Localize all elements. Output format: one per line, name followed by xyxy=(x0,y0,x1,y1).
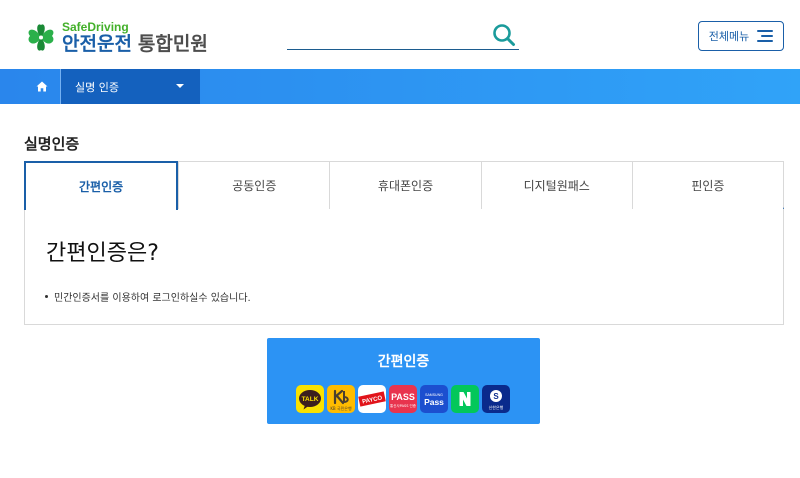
kakao-icon: TALK xyxy=(296,385,324,413)
tab-simple-auth[interactable]: 간편인증 xyxy=(24,161,179,210)
pass-subtext: 통신사PASS 인증 xyxy=(390,403,417,408)
tab-digital-onepass[interactable]: 디지털원패스 xyxy=(480,162,632,209)
clover-logo-icon xyxy=(24,22,58,54)
home-button[interactable] xyxy=(24,69,60,104)
hamburger-icon xyxy=(757,29,774,43)
shinhan-icon: S 신한은행 xyxy=(482,385,510,413)
nav-current-dropdown[interactable]: 실명 인증 xyxy=(61,69,200,104)
search-bar xyxy=(287,22,519,50)
pass-text: PASS xyxy=(391,392,415,402)
pass-icon: PASS 통신사PASS 인증 xyxy=(389,385,417,413)
bullet-icon xyxy=(45,295,48,298)
provider-icons: TALK KB 국민은행 PAYCO PASS 통신사PASS 인증 SAMSU… xyxy=(296,385,510,413)
page-title: 실명인증 xyxy=(24,135,80,153)
simple-auth-button[interactable]: 간편인증 TALK KB 국민은행 PAYCO PASS 통신사PASS 인증 … xyxy=(267,338,540,424)
site-header: SafeDriving 안전운전 통합민원 전체메뉴 xyxy=(0,0,800,69)
samsung-pass-icon: SAMSUNG Pass xyxy=(420,385,448,413)
kakao-text: TALK xyxy=(302,396,319,403)
panel-title: 간편인증은? xyxy=(46,241,159,266)
tab-pin-auth[interactable]: 핀인증 xyxy=(631,162,784,209)
panel-description: 민간인증서를 이용하여 로그인하실수 있습니다. xyxy=(45,289,251,304)
simple-auth-label: 간편인증 xyxy=(377,354,430,370)
home-icon xyxy=(36,81,48,92)
shinhan-subtext: 신한은행 xyxy=(489,404,504,410)
caret-down-icon xyxy=(176,84,184,88)
naver-text: N xyxy=(451,385,452,386)
logo-brand: 안전운전 xyxy=(62,33,132,55)
payco-icon: PAYCO xyxy=(358,385,386,413)
naver-icon: N xyxy=(451,385,479,413)
tab-joint-certificate[interactable]: 공동인증 xyxy=(178,162,330,209)
nav-current-label: 실명 인증 xyxy=(75,80,119,94)
logo-subtitle: SafeDriving xyxy=(62,20,129,34)
shinhan-logo-text: S xyxy=(493,392,499,401)
all-menu-button[interactable]: 전체메뉴 xyxy=(698,21,784,51)
location-bar: 실명 인증 xyxy=(0,69,800,104)
logo-suffix: 통합민원 xyxy=(137,33,208,55)
samsung-pass-text: Pass xyxy=(424,397,444,407)
panel-description-text: 민간인증서를 이용하여 로그인하실수 있습니다. xyxy=(54,293,251,304)
site-logo[interactable]: SafeDriving 안전운전 통합민원 xyxy=(24,20,208,56)
kb-icon: KB 국민은행 xyxy=(327,385,355,413)
all-menu-label: 전체메뉴 xyxy=(708,30,750,43)
tab-mobile-auth[interactable]: 휴대폰인증 xyxy=(329,162,481,209)
search-icon[interactable] xyxy=(492,22,516,48)
kb-text: KB 국민은행 xyxy=(330,405,352,411)
auth-method-tabs: 간편인증 공동인증 휴대폰인증 디지털원패스 핀인증 xyxy=(24,161,784,210)
search-input[interactable] xyxy=(287,22,487,49)
tab-panel: 간편인증은? 민간인증서를 이용하여 로그인하실수 있습니다. xyxy=(24,209,784,325)
